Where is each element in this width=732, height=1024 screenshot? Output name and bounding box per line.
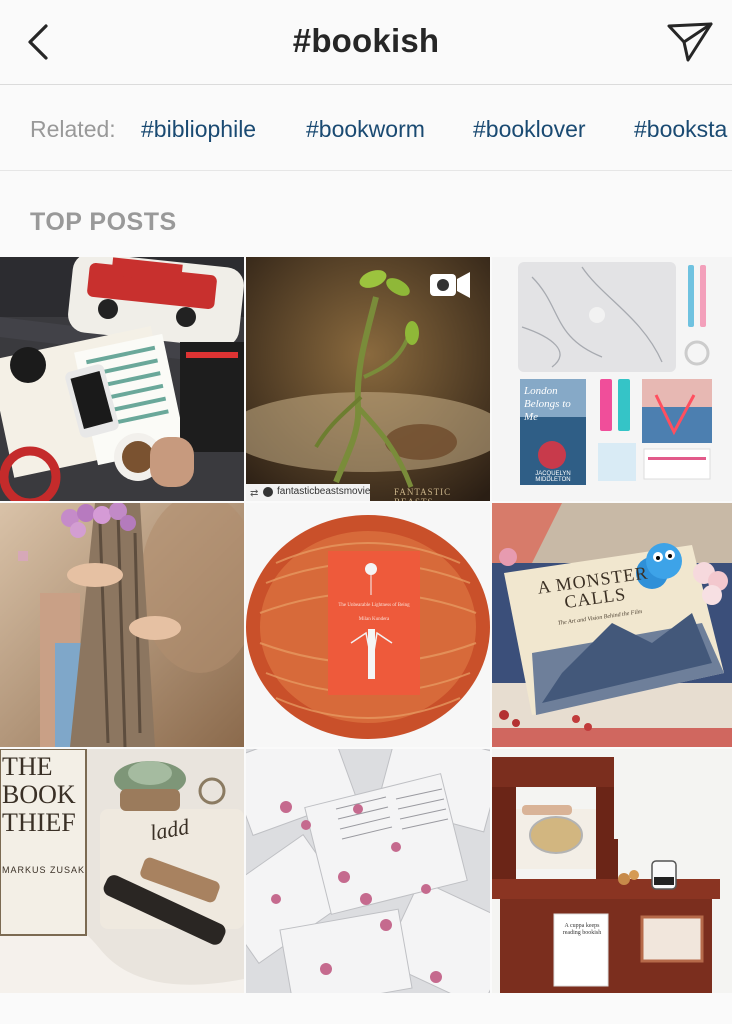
- post-thumbnail-1[interactable]: [0, 257, 244, 501]
- post-image-5: [246, 503, 490, 747]
- post-thumbnail-2[interactable]: ⇄ fantasticbeastsmovie FANTASTIC BEASTS: [246, 257, 490, 501]
- post-image-4: [0, 503, 244, 747]
- post-thumbnail-3[interactable]: London Belongs to Me JACQUELYN MIDDLETON: [492, 257, 732, 501]
- svg-text:⇄: ⇄: [250, 488, 258, 499]
- book-title-kundera: The Unbearable Lightness of Being: [338, 603, 410, 608]
- related-hashtags-bar: Related: #bibliophile #bookworm #booklov…: [0, 86, 732, 171]
- page-title: #bookish: [292, 22, 440, 59]
- post-thumbnail-9[interactable]: A cuppa keeps reading bookish: [492, 749, 732, 993]
- video-watermark: FANTASTIC BEASTS: [394, 487, 452, 501]
- related-tag-bibliophile[interactable]: #bibliophile: [141, 116, 256, 143]
- book-title-thief: THE BOOK THIEF: [2, 752, 76, 837]
- book-author-kundera: Milan Kundera: [358, 617, 390, 622]
- book-author-thief: MARKUS ZUSAK: [2, 865, 86, 875]
- post-thumbnail-5[interactable]: The Unbearable Lightness of Being Milan …: [246, 503, 490, 747]
- related-tag-booklover[interactable]: #booklover: [473, 116, 586, 143]
- share-button[interactable]: [666, 20, 714, 64]
- related-tag-bookworm[interactable]: #bookworm: [306, 116, 425, 143]
- post-thumbnail-6[interactable]: A MONSTER CALLS The Art and Vision Behin…: [492, 503, 732, 747]
- top-posts-heading: TOP POSTS: [30, 208, 177, 236]
- post-thumbnail-7[interactable]: THE BOOK THIEF MARKUS ZUSAK ladd: [0, 749, 244, 993]
- book-title-london: London Belongs to Me: [524, 385, 571, 423]
- post-image-8: [246, 749, 490, 993]
- post-image-2: ⇄: [246, 257, 490, 501]
- tea-bag-text: A cuppa keeps reading bookish: [562, 923, 602, 936]
- related-label: Related:: [30, 116, 116, 142]
- book-author-london: JACQUELYN MIDDLETON: [535, 471, 571, 483]
- related-tag-booksta[interactable]: #booksta: [634, 116, 727, 143]
- post-image-3: [492, 257, 732, 501]
- repost-user-label: fantasticbeastsmovie: [277, 486, 371, 497]
- post-image-9: [492, 749, 732, 993]
- post-thumbnail-8[interactable]: [246, 749, 490, 993]
- top-nav-bar: #bookish: [0, 0, 732, 85]
- post-thumbnail-4[interactable]: [0, 503, 244, 747]
- post-image-1: [0, 257, 244, 501]
- post-image-6: [492, 503, 732, 747]
- paper-plane-icon: [667, 22, 713, 62]
